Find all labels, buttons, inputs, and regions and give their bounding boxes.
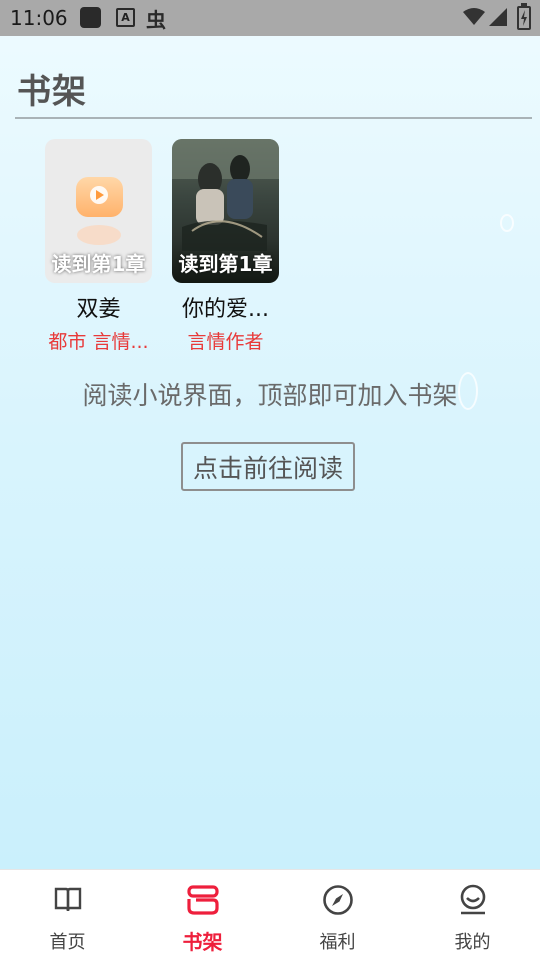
book-title[interactable]: 你的爱... [172,291,279,323]
book-card[interactable]: 读到第1章 你的爱... 言情作者 [172,139,279,354]
book-card[interactable]: 读到第1章 双姜 都市 言情... [45,139,152,354]
book-tags: 都市 言情... [48,331,149,353]
decorative-bubble [500,214,514,232]
tab-welfare[interactable]: 福利 [270,870,405,961]
a-icon: A [116,8,135,27]
book-cover[interactable]: 读到第1章 [45,139,152,283]
tab-label: 福利 [319,932,356,953]
tab-home[interactable]: 首页 [0,870,135,961]
progress-badge: 读到第1章 [51,252,146,276]
page-title: 书架 [17,72,87,112]
bug-icon: 虫 [146,8,166,32]
tab-bookshelf[interactable]: 书架 [135,870,270,961]
tab-label: 首页 [49,932,86,953]
status-bar: 11:06 A 虫 [0,0,540,36]
wifi-icon [463,8,485,25]
add-to-shelf-hint: 阅读小说界面，顶部即可加入书架 [82,381,458,410]
compass-icon [322,885,353,915]
title-divider [15,117,532,119]
bookshelf-icon [186,885,219,915]
go-read-button[interactable]: 点击前往阅读 [181,442,355,491]
tab-label: 书架 [182,930,223,954]
book-icon [54,887,81,912]
profile-icon [460,884,485,915]
signal-icon [489,8,507,26]
book-tags: 言情作者 [187,331,264,353]
tab-profile[interactable]: 我的 [405,870,540,961]
bottom-tab-bar: 首页 书架 福利 我的 [0,869,540,961]
tab-label: 我的 [454,932,491,953]
book-title[interactable]: 双姜 [45,291,152,323]
battery-charging-icon [517,3,531,30]
progress-badge: 读到第1章 [178,252,273,276]
status-time: 11:06 [10,6,68,30]
app-square-icon [80,7,101,28]
book-cover[interactable]: 读到第1章 [172,139,279,283]
